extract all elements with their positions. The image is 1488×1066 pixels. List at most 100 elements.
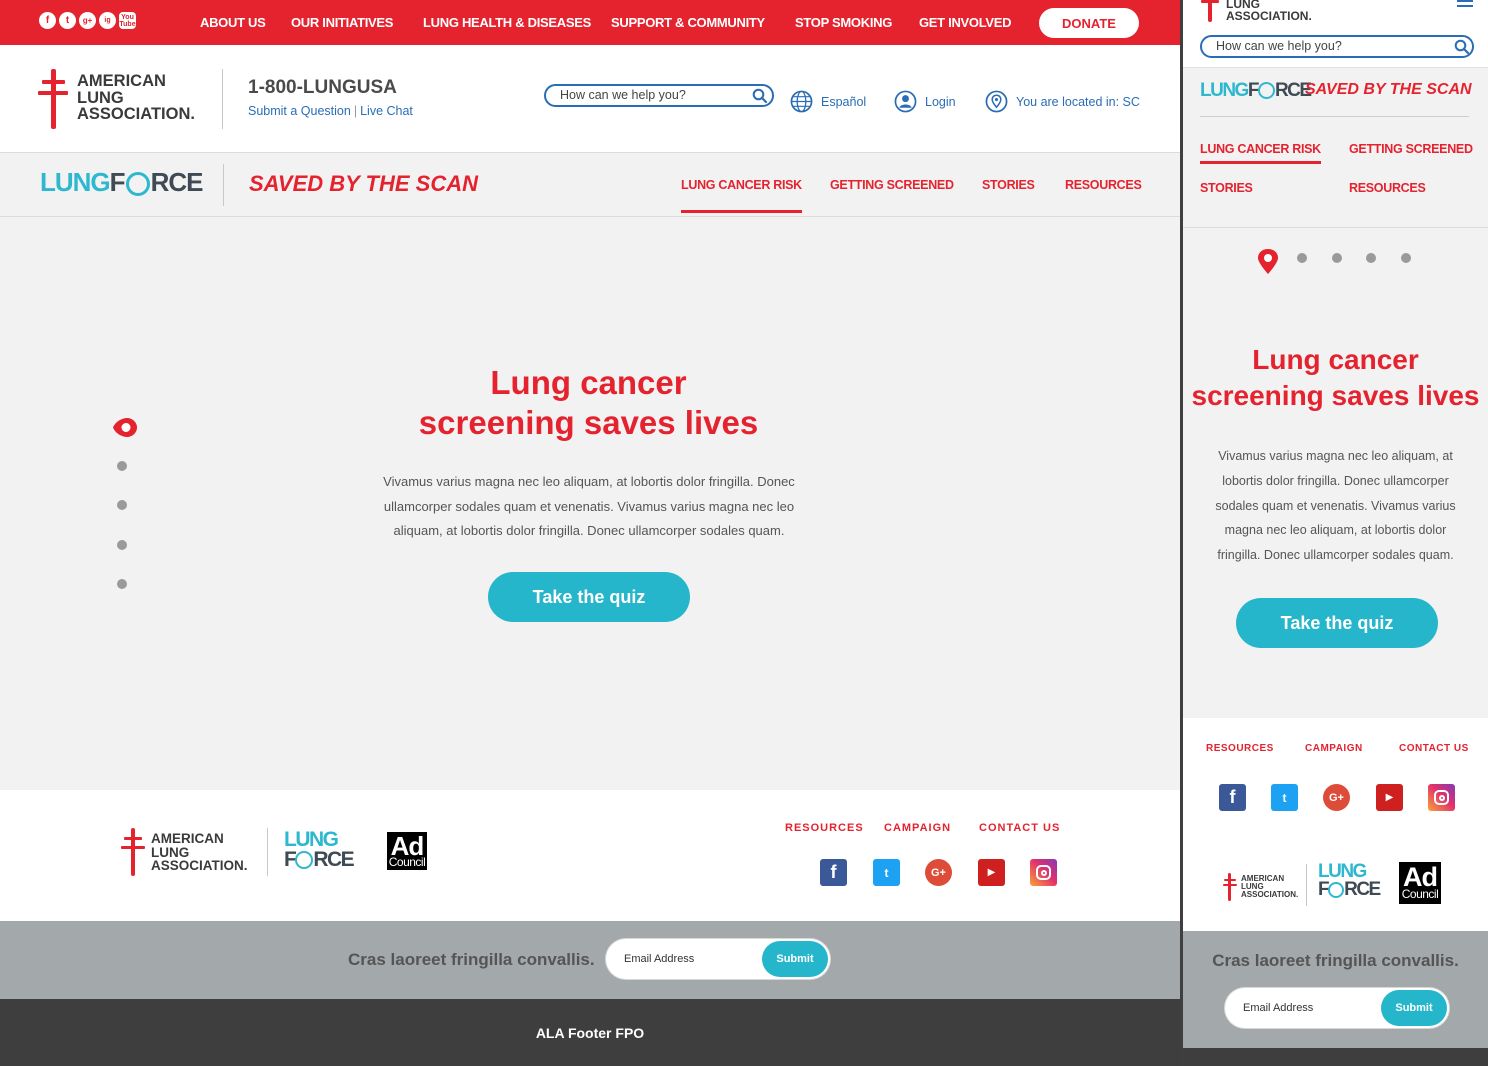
mobile-newsletter-submit-button[interactable]: Submit bbox=[1381, 990, 1447, 1026]
mobile-newsletter-text: Cras laoreet fringilla convallis. bbox=[1212, 951, 1459, 970]
campaign-title: SAVED BY THE SCAN bbox=[249, 171, 479, 196]
live-chat-link[interactable]: Live Chat bbox=[360, 104, 413, 118]
slide-dot[interactable] bbox=[117, 461, 127, 471]
search-icon[interactable] bbox=[1454, 39, 1470, 55]
active-slide-pin-icon[interactable] bbox=[111, 417, 138, 438]
user-icon bbox=[894, 90, 917, 113]
mobile-header-search bbox=[1200, 35, 1474, 58]
nav-stop-smoking[interactable]: STOP SMOKING bbox=[795, 15, 892, 30]
mobile-lung-force-logo[interactable]: LUNGF RCE bbox=[1200, 80, 1312, 102]
mobile-ad-council-logo[interactable]: Ad Council bbox=[1399, 862, 1441, 904]
search-icon[interactable] bbox=[752, 88, 768, 104]
facebook-icon[interactable]: f bbox=[820, 859, 847, 886]
lung-force-logo[interactable]: LUNGF RCE bbox=[40, 167, 203, 198]
newsletter-bar: Cras laoreet fringilla convallis. Submit bbox=[0, 921, 1180, 999]
youtube-icon[interactable]: You Tube bbox=[119, 12, 136, 29]
lorraine-cross-icon bbox=[1201, 0, 1219, 22]
slide-dot[interactable] bbox=[117, 540, 127, 550]
nav-get-involved[interactable]: GET INVOLVED bbox=[919, 15, 1012, 30]
twitter-icon[interactable]: t bbox=[59, 12, 76, 29]
mobile-email-input[interactable] bbox=[1243, 1002, 1383, 1014]
mobile-tab-stories[interactable]: STORIES bbox=[1200, 181, 1253, 195]
nav-about-us[interactable]: ABOUT US bbox=[200, 15, 266, 30]
location-link[interactable]: You are located in: SC bbox=[985, 90, 1140, 113]
mobile-take-quiz-button[interactable]: Take the quiz bbox=[1236, 598, 1438, 648]
login-label: Login bbox=[925, 94, 956, 109]
search-input[interactable] bbox=[560, 88, 740, 102]
instagram-icon[interactable]: ig bbox=[99, 12, 116, 29]
slide-dot[interactable] bbox=[1332, 253, 1342, 263]
logo-line-american: AMERICAN bbox=[77, 72, 166, 90]
location-label: You are located in: SC bbox=[1016, 94, 1140, 109]
logo-line-association: ASSOCIATION. bbox=[1241, 890, 1299, 899]
take-quiz-button[interactable]: Take the quiz bbox=[488, 572, 690, 622]
tab-lung-cancer-risk[interactable]: LUNG CANCER RISK bbox=[681, 178, 802, 213]
instagram-icon[interactable] bbox=[1030, 859, 1057, 886]
nav-our-initiatives[interactable]: OUR INITIATIVES bbox=[291, 15, 393, 30]
logo-line-american: AMERICAN bbox=[151, 831, 224, 846]
logo-line-lung: LUNG bbox=[151, 844, 190, 860]
espanol-label: Español bbox=[821, 94, 867, 109]
mobile-footer-link-campaign[interactable]: CAMPAIGN bbox=[1305, 743, 1363, 754]
ad-council-logo[interactable]: Ad Council bbox=[387, 832, 427, 870]
mobile-footer-link-contact-us[interactable]: CONTACT US bbox=[1399, 743, 1469, 754]
helpline-phone[interactable]: 1-800-LUNGUSA bbox=[248, 77, 397, 99]
donate-button[interactable]: DONATE bbox=[1039, 8, 1139, 38]
mobile-subnav-separator bbox=[1200, 116, 1469, 117]
mobile-campaign-title: SAVED BY THE SCAN bbox=[1305, 81, 1472, 98]
logo-line-association: ASSOCIATION. bbox=[1226, 9, 1312, 23]
email-input[interactable] bbox=[624, 953, 764, 965]
slide-dot[interactable] bbox=[1297, 253, 1307, 263]
mobile-footer-logo-divider bbox=[1306, 864, 1307, 906]
tab-getting-screened[interactable]: GETTING SCREENED bbox=[830, 178, 954, 192]
nav-support-community[interactable]: SUPPORT & COMMUNITY bbox=[611, 15, 765, 30]
mobile-tab-lung-cancer-risk[interactable]: LUNG CANCER RISK bbox=[1200, 142, 1321, 164]
mobile-newsletter-bar: Cras laoreet fringilla convallis. Submit bbox=[1183, 931, 1488, 1048]
footer-lung-force-logo[interactable]: LUNG F RCE bbox=[284, 829, 355, 870]
mobile-tab-resources[interactable]: RESOURCES bbox=[1349, 181, 1426, 195]
nav-lung-health-diseases[interactable]: LUNG HEALTH & DISEASES bbox=[423, 15, 591, 30]
mobile-footer-lung-force-logo[interactable]: LUNG F RCE bbox=[1318, 862, 1381, 899]
submit-question-link[interactable]: Submit a Question bbox=[248, 104, 351, 118]
espanol-link[interactable]: Español bbox=[790, 90, 866, 113]
tab-stories[interactable]: STORIES bbox=[982, 178, 1035, 192]
twitter-icon[interactable]: t bbox=[1271, 784, 1298, 811]
instagram-icon[interactable] bbox=[1428, 784, 1455, 811]
slide-dot[interactable] bbox=[1401, 253, 1411, 263]
header-search bbox=[544, 84, 774, 107]
twitter-icon[interactable]: t bbox=[873, 859, 900, 886]
hero-body: Vivamus varius magna nec leo aliquam, at… bbox=[383, 474, 795, 538]
google-plus-icon[interactable]: G+ bbox=[925, 859, 952, 886]
login-link[interactable]: Login bbox=[894, 90, 956, 113]
newsletter-submit-button[interactable]: Submit bbox=[762, 941, 828, 977]
mobile-hero-section: Lung cancer screening saves lives Vivamu… bbox=[1183, 228, 1488, 718]
site-footer: ALA Footer FPO bbox=[0, 999, 1180, 1066]
desktop-view: f t g+ ig You Tube ABOUT US OUR INITIATI… bbox=[0, 0, 1180, 1066]
youtube-icon[interactable]: ▶ bbox=[978, 859, 1005, 886]
mobile-site-footer bbox=[1183, 1048, 1488, 1066]
youtube-icon[interactable]: ▶ bbox=[1376, 784, 1403, 811]
logo-line-association: ASSOCIATION. bbox=[151, 858, 248, 873]
menu-icon[interactable] bbox=[1457, 0, 1473, 10]
footer-link-campaign[interactable]: CAMPAIGN bbox=[884, 822, 951, 834]
logo-line-association: ASSOCIATION. bbox=[77, 105, 195, 123]
lorraine-cross-icon bbox=[121, 828, 145, 876]
lorraine-cross-icon bbox=[38, 69, 68, 129]
mobile-footer-link-resources[interactable]: RESOURCES bbox=[1206, 743, 1274, 754]
facebook-icon[interactable]: f bbox=[39, 12, 56, 29]
slide-dot[interactable] bbox=[117, 500, 127, 510]
google-plus-icon[interactable]: G+ bbox=[1323, 784, 1350, 811]
footer-link-contact-us[interactable]: CONTACT US bbox=[979, 822, 1060, 834]
footer-logo-divider bbox=[267, 828, 268, 876]
tab-resources[interactable]: RESOURCES bbox=[1065, 178, 1142, 192]
mobile-tab-getting-screened[interactable]: GETTING SCREENED bbox=[1349, 142, 1473, 156]
mobile-search-input[interactable] bbox=[1216, 39, 1436, 53]
slide-dot[interactable] bbox=[1366, 253, 1376, 263]
google-plus-icon[interactable]: g+ bbox=[79, 12, 96, 29]
mobile-footer-logos: RESOURCES CAMPAIGN CONTACT US f t G+ ▶ A… bbox=[1183, 718, 1488, 931]
slide-dot[interactable] bbox=[117, 579, 127, 589]
mobile-header: LUNG ASSOCIATION. bbox=[1183, 0, 1488, 68]
active-slide-pin-icon[interactable] bbox=[1257, 248, 1279, 275]
footer-link-resources[interactable]: RESOURCES bbox=[785, 822, 864, 834]
facebook-icon[interactable]: f bbox=[1219, 784, 1246, 811]
